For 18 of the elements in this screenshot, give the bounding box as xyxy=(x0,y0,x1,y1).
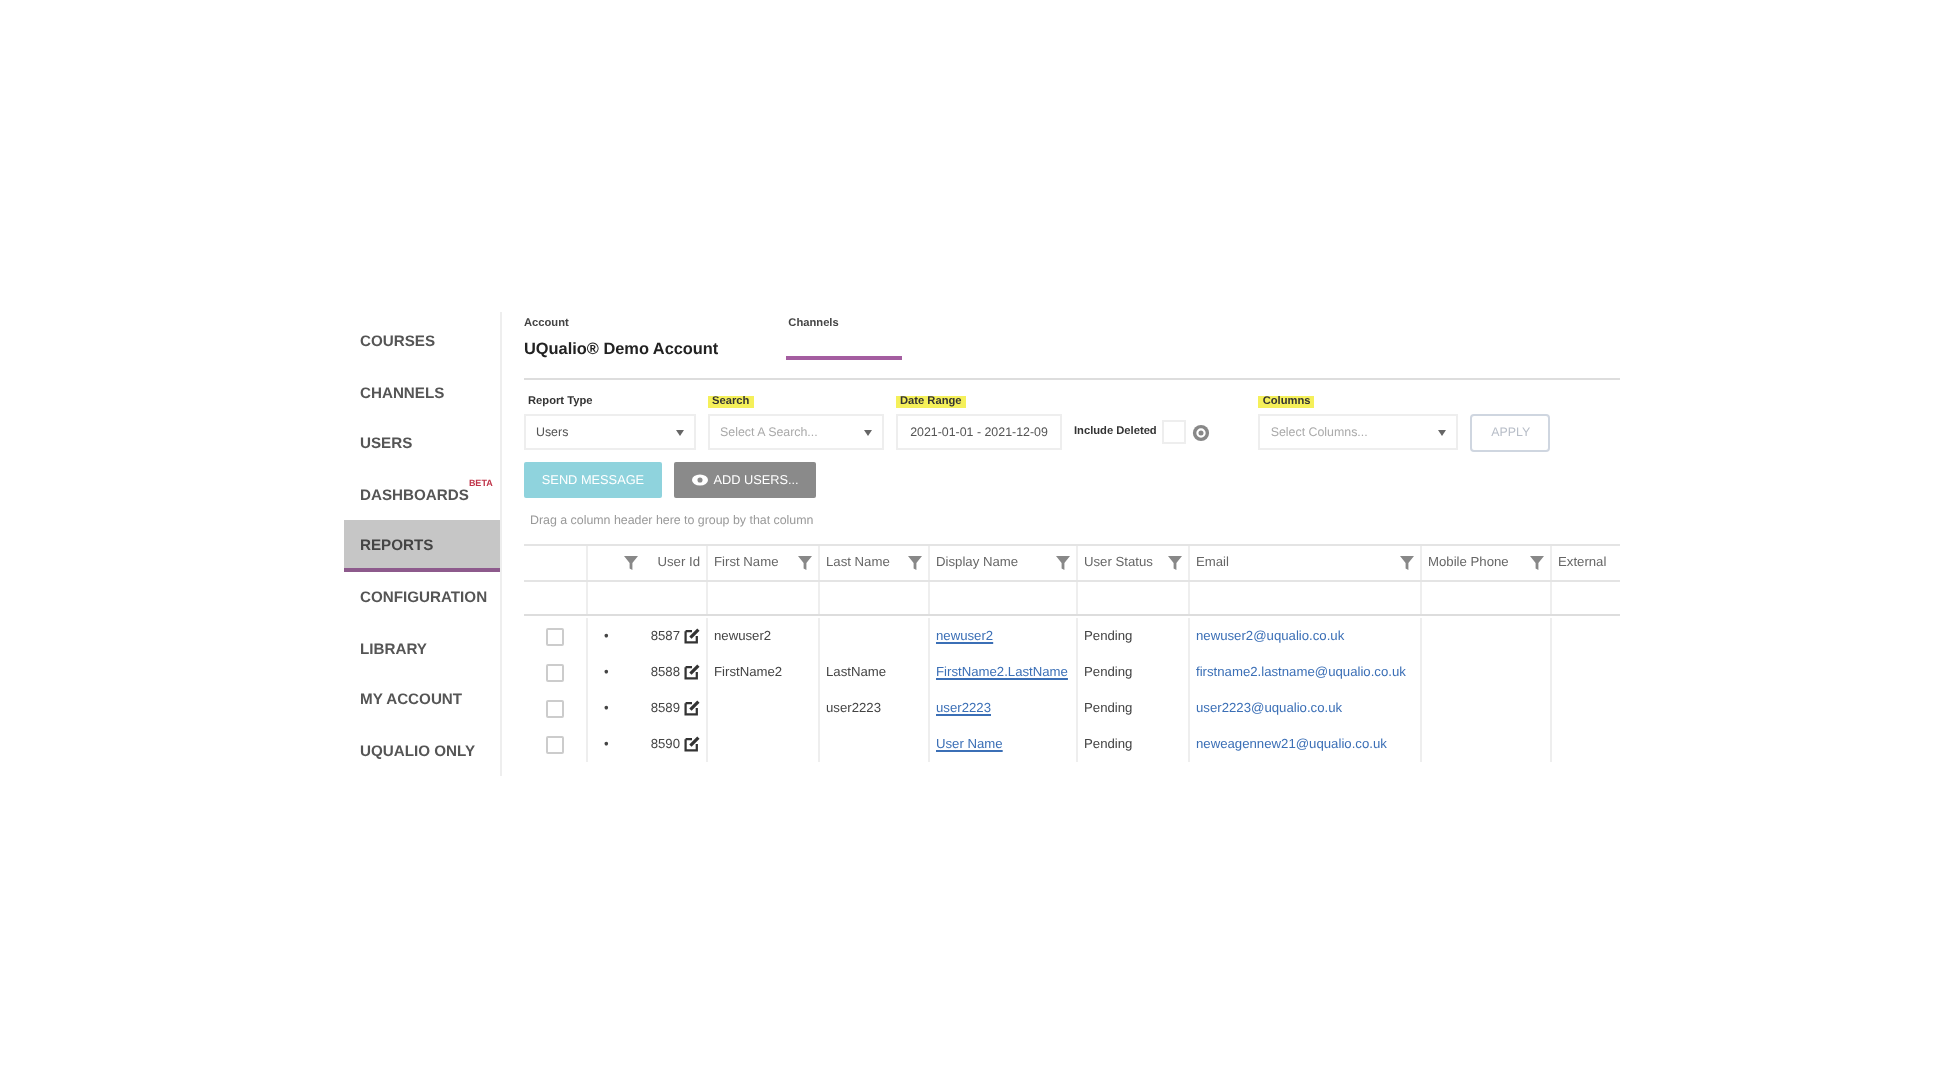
row-checkbox[interactable] xyxy=(546,663,564,681)
filter-icon[interactable] xyxy=(1400,556,1414,570)
filter-icon[interactable] xyxy=(1168,556,1182,570)
edit-icon[interactable] xyxy=(684,664,700,680)
row-checkbox[interactable] xyxy=(546,699,564,717)
help-icon[interactable] xyxy=(1192,423,1211,441)
filter-icon[interactable] xyxy=(1530,556,1544,570)
account-name: UQualio® Demo Account xyxy=(524,340,719,358)
row-checkbox[interactable] xyxy=(546,627,564,645)
edit-icon[interactable] xyxy=(684,700,700,716)
filter-icon[interactable] xyxy=(908,556,922,570)
eye-icon xyxy=(691,474,708,486)
row-checkbox[interactable] xyxy=(546,735,564,753)
filter-icon[interactable] xyxy=(1056,556,1070,570)
filter-icon[interactable] xyxy=(624,556,638,570)
edit-icon[interactable] xyxy=(684,736,700,752)
edit-icon[interactable] xyxy=(684,628,700,644)
filter-icon[interactable] xyxy=(798,556,812,570)
